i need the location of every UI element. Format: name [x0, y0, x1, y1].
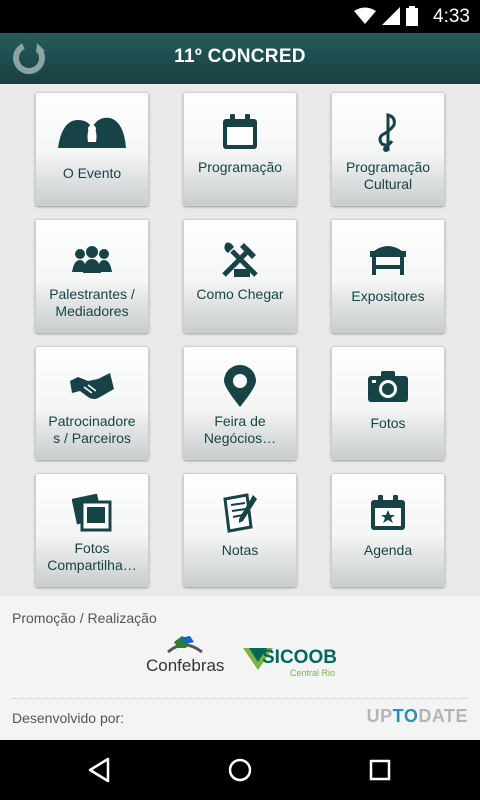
notes-icon [223, 493, 257, 533]
signal-icon [382, 7, 400, 25]
map-pin-icon [224, 365, 256, 407]
tile-label: O Evento [62, 165, 122, 181]
tile-expositores[interactable]: Expositores [331, 219, 445, 333]
status-bar: 4:33 [0, 0, 480, 33]
booth-icon [370, 246, 406, 275]
tile-label: Programação Cultural [345, 159, 431, 192]
wifi-icon [354, 7, 376, 24]
app-bar: 11º CONCRED [0, 33, 480, 84]
status-time: 4:33 [433, 6, 470, 27]
tile-palestrantes[interactable]: Palestrantes / Mediadores [35, 219, 149, 333]
tile-feira-negocios[interactable]: Feira de Negócios… [183, 346, 297, 460]
footer: Promoção / Realização Confebras SICOOB C… [0, 596, 480, 740]
photos-icon [72, 494, 112, 532]
tile-patrocinadores[interactable]: Patrocinadore s / Parceiros [35, 346, 149, 460]
tile-programacao[interactable]: Programação [183, 92, 297, 206]
page-title: 11º CONCRED [174, 46, 306, 67]
tile-label: Palestrantes / Mediadores [49, 286, 135, 319]
status-icons [354, 6, 418, 26]
home-icon[interactable] [226, 756, 254, 784]
tile-label: Expositores [351, 288, 425, 304]
tile-fotos-compartilhadas[interactable]: Fotos Compartilha… [35, 473, 149, 587]
agenda-icon [371, 495, 405, 530]
tile-label: Feira de Negócios… [203, 413, 277, 446]
tile-agenda[interactable]: Agenda [331, 473, 445, 587]
promo-label: Promoção / Realização [12, 610, 157, 626]
recents-icon[interactable] [366, 756, 394, 784]
tile-programacao-cultural[interactable]: Programação Cultural [331, 92, 445, 206]
tile-label: Agenda [363, 542, 413, 558]
tile-fotos[interactable]: Fotos [331, 346, 445, 460]
back-icon[interactable] [86, 756, 114, 784]
uptodate-logo[interactable]: UPTODATE [367, 706, 468, 727]
sponsor-logos: Confebras SICOOB Central Rio [140, 634, 340, 680]
navigation-bar [0, 740, 480, 800]
menu-grid: O Evento Programação Programação Cultura… [0, 84, 480, 596]
tile-label: Fotos [370, 415, 406, 431]
developer-label: Desenvolvido por: [12, 710, 125, 726]
confebras-name: Confebras [146, 656, 225, 675]
sicoob-subtitle: Central Rio [290, 668, 336, 678]
tile-label: Notas [221, 542, 259, 558]
tools-icon [222, 242, 258, 277]
sicoob-name: SICOOB [262, 647, 337, 668]
tile-label: Como Chegar [196, 286, 284, 302]
tile-label: Fotos Compartilha… [47, 540, 137, 573]
music-note-icon [378, 113, 396, 152]
people-icon [72, 246, 112, 273]
footer-divider [12, 698, 468, 699]
handshake-icon [70, 373, 114, 399]
tile-o-evento[interactable]: O Evento [35, 92, 149, 206]
battery-icon [406, 6, 418, 26]
camera-icon [368, 371, 408, 402]
calendar-icon [223, 114, 257, 149]
tile-como-chegar[interactable]: Como Chegar [183, 219, 297, 333]
tile-label: Programação [197, 159, 283, 175]
event-icon [58, 117, 126, 148]
tile-notas[interactable]: Notas [183, 473, 297, 587]
tile-label: Patrocinadore s / Parceiros [48, 413, 136, 446]
